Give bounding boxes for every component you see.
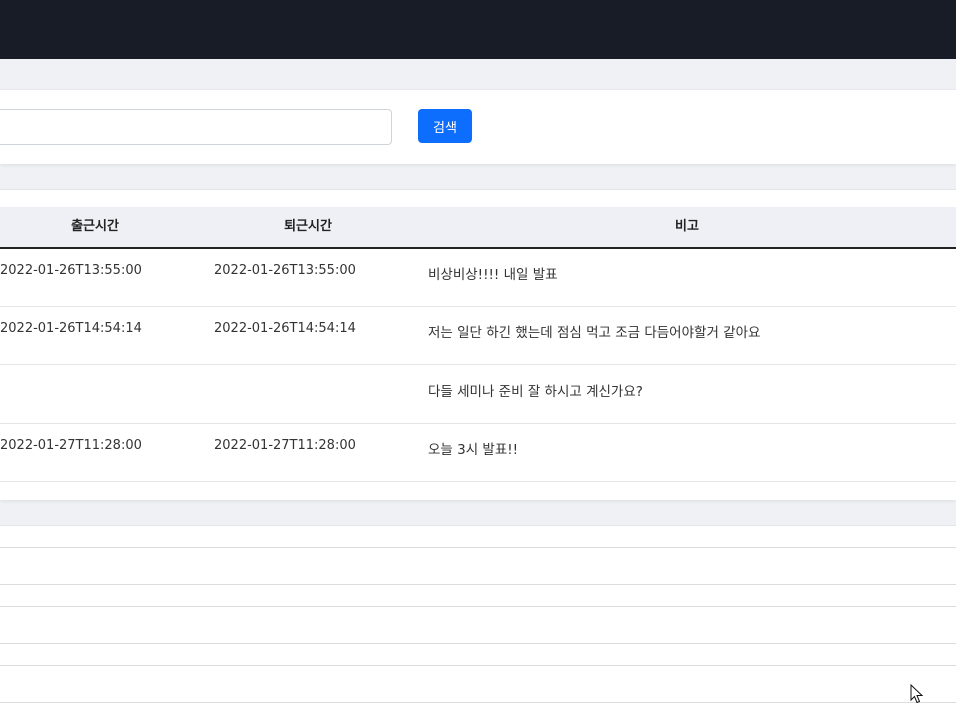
mouse-pointer-icon	[910, 684, 924, 704]
column-header-note[interactable]: 비고	[418, 207, 956, 247]
note-cell: 오늘 3시 발표!!	[428, 442, 519, 458]
table-row[interactable]: 다들 세미나 준비 잘 하시고 계신가요?	[0, 366, 956, 424]
note-cell: 다들 세미나 준비 잘 하시고 계신가요?	[428, 384, 643, 400]
secondary-list-panel	[0, 525, 956, 713]
table-header: 출근시간 퇴근시간 비고	[0, 207, 956, 249]
checkin-cell: 2022-01-26T13:55:00	[0, 263, 142, 278]
table-row[interactable]: 2022-01-27T11:28:00 2022-01-27T11:28:00 …	[0, 424, 956, 482]
divider	[0, 584, 956, 585]
attendance-table: 출근시간 퇴근시간 비고 2022-01-26T13:55:00 2022-01…	[0, 189, 956, 500]
search-button[interactable]: 검색	[418, 109, 472, 143]
top-navbar	[0, 0, 956, 59]
divider	[0, 665, 956, 666]
divider	[0, 606, 956, 607]
checkin-cell: 2022-01-27T11:28:00	[0, 438, 142, 453]
checkout-cell: 2022-01-27T11:28:00	[214, 438, 356, 453]
checkout-cell: 2022-01-26T13:55:00	[214, 263, 356, 278]
checkin-cell: 2022-01-26T14:54:14	[0, 321, 142, 336]
divider	[0, 643, 956, 644]
note-cell: 비상비상!!!! 내일 발표	[428, 267, 558, 283]
table-row[interactable]: 2022-01-26T14:54:14 2022-01-26T14:54:14 …	[0, 307, 956, 365]
checkout-cell: 2022-01-26T14:54:14	[214, 321, 356, 336]
search-input[interactable]	[0, 109, 392, 145]
column-header-checkout[interactable]: 퇴근시간	[213, 207, 403, 247]
table-row[interactable]: 2022-01-26T13:55:00 2022-01-26T13:55:00 …	[0, 249, 956, 307]
divider	[0, 547, 956, 548]
column-header-checkin[interactable]: 출근시간	[0, 207, 190, 247]
search-panel: 검색	[0, 89, 956, 164]
note-cell: 저는 일단 하긴 했는데 점심 먹고 조금 다듬어야할거 같아요	[428, 325, 761, 341]
divider	[0, 702, 956, 703]
